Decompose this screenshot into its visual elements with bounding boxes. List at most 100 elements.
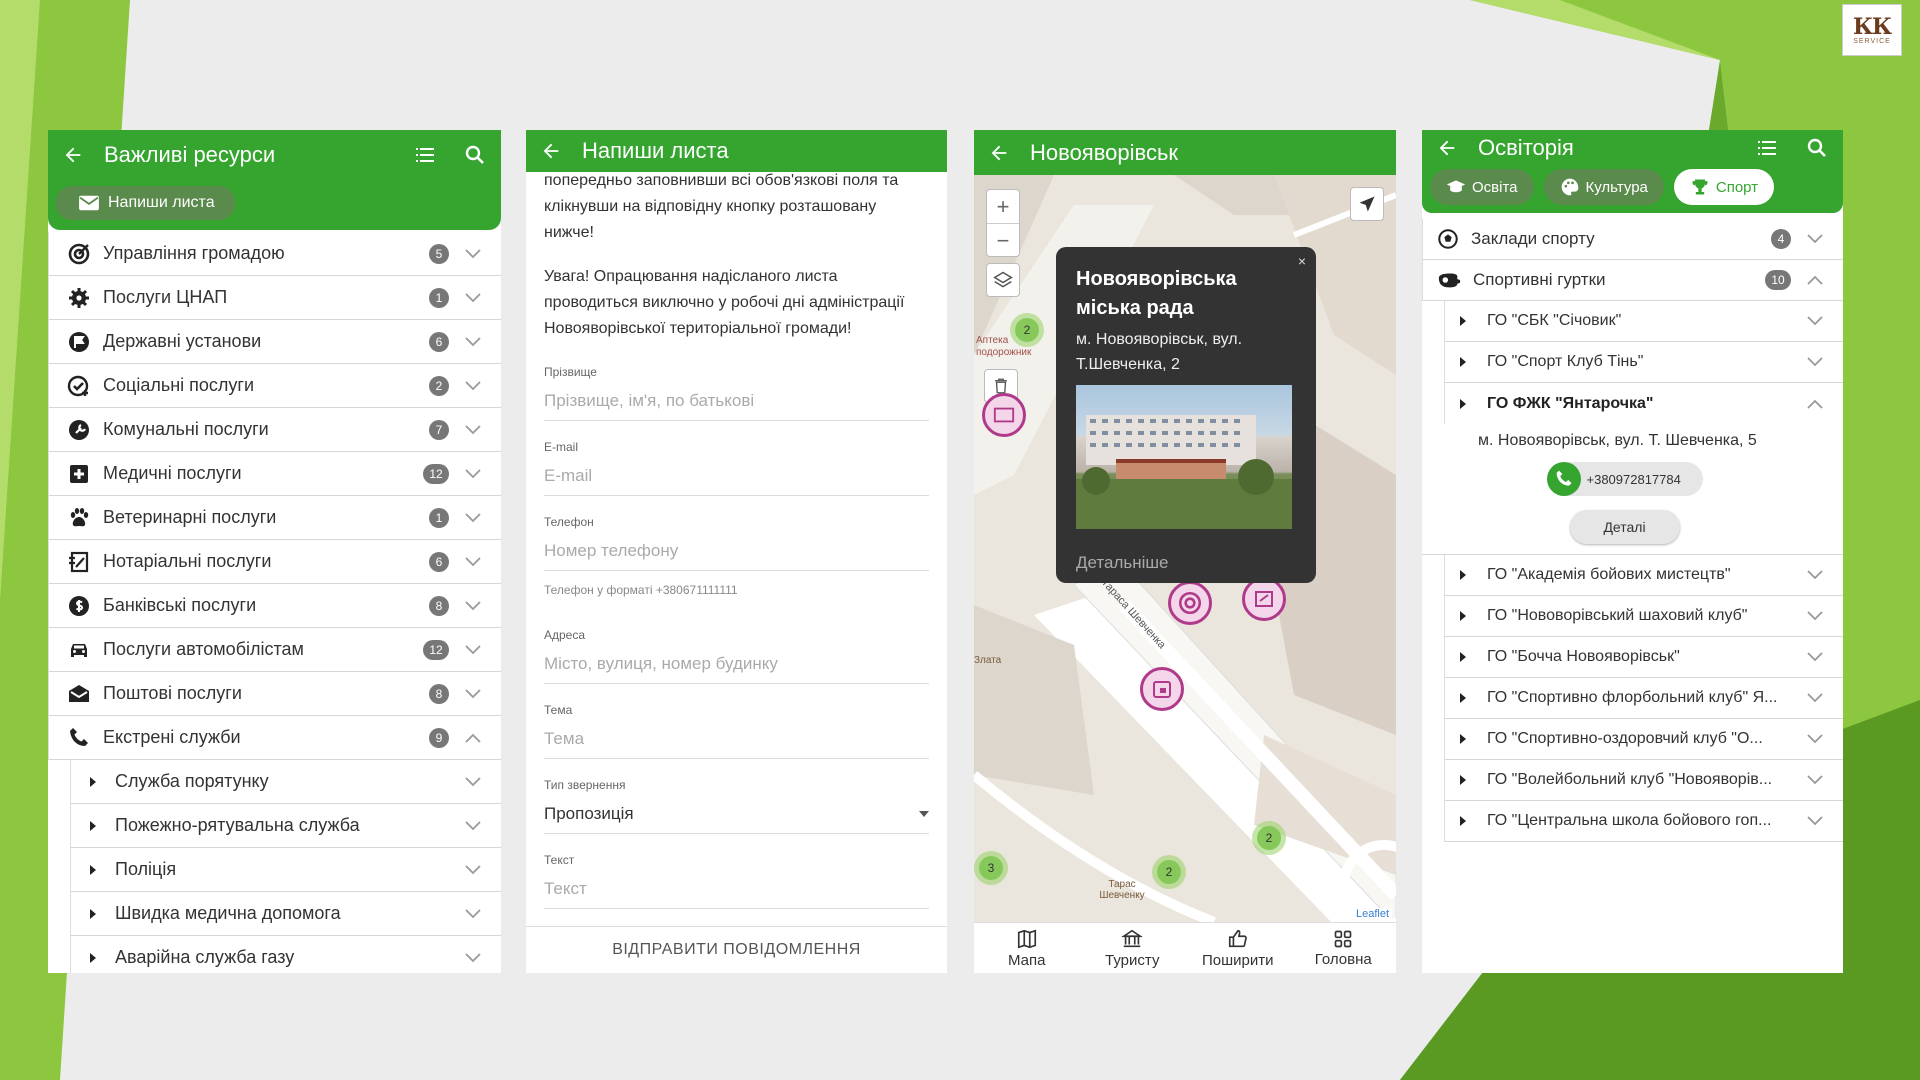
send-message-button[interactable]: ВІДПРАВИТИ ПОВІДОМЛЕННЯ — [526, 926, 947, 973]
chevron-down-icon[interactable] — [1807, 234, 1823, 244]
form-field[interactable]: Текст Текст — [544, 852, 929, 909]
club-row[interactable]: ГО "Центральна школа бойового гоп... — [1444, 801, 1843, 842]
chevron-down-icon[interactable] — [465, 600, 481, 611]
chevron-down-icon[interactable] — [465, 952, 481, 963]
category-row[interactable]: Екстрені служби 9 — [48, 716, 501, 760]
category-row[interactable]: Ветеринарні послуги 1 — [48, 496, 501, 540]
calendar-pin[interactable] — [1140, 667, 1184, 711]
popup-close-button[interactable]: × — [1298, 253, 1306, 269]
chevron-up-icon[interactable] — [1807, 399, 1823, 409]
details-button[interactable]: Деталі — [1569, 510, 1680, 544]
call-button[interactable]: +380972817784 — [1546, 462, 1703, 496]
map-cluster[interactable]: 2 — [1152, 855, 1186, 889]
form-field[interactable]: Прізвище Прізвище, ім'я, по батькові — [544, 364, 929, 421]
field-input[interactable]: Прізвище, ім'я, по батькові — [544, 388, 929, 414]
search-icon[interactable] — [463, 143, 487, 167]
club-row[interactable]: ГО "Академія бойових мистецтв" — [1444, 555, 1843, 596]
sport-category-row[interactable]: Заклади спорту 4 — [1422, 219, 1843, 260]
back-arrow-icon[interactable] — [62, 144, 84, 166]
chevron-down-icon[interactable] — [1807, 570, 1823, 580]
leaflet-attribution[interactable]: Leaflet — [1352, 908, 1392, 920]
list-icon[interactable] — [1755, 136, 1779, 160]
chevron-down-icon[interactable] — [1807, 357, 1823, 367]
category-row[interactable]: Нотаріальні послуги 6 — [48, 540, 501, 584]
field-input[interactable]: E-mail — [544, 463, 929, 489]
subcategory-row[interactable]: Служба порятунку — [70, 760, 501, 804]
category-row[interactable]: Державні установи 6 — [48, 320, 501, 364]
list-icon[interactable] — [413, 143, 437, 167]
map-cluster[interactable]: 3 — [974, 851, 1008, 885]
chevron-down-icon[interactable] — [465, 820, 481, 831]
category-row[interactable]: Управління громадою 5 — [48, 232, 501, 276]
chevron-up-icon[interactable] — [465, 733, 481, 743]
locate-button[interactable] — [1350, 187, 1384, 221]
nav-home[interactable]: Головна — [1291, 923, 1397, 973]
chip-sport[interactable]: Спорт — [1673, 169, 1775, 205]
category-row[interactable]: Поштові послуги 8 — [48, 672, 501, 716]
map-cluster[interactable]: 2 — [1252, 821, 1286, 855]
zoom-out-button[interactable]: − — [987, 224, 1019, 258]
chip-education[interactable]: Освіта — [1430, 169, 1534, 205]
back-arrow-icon[interactable] — [988, 142, 1010, 164]
subcategory-row[interactable]: Аварійна служба газу — [70, 936, 501, 973]
category-row[interactable]: Послуги ЦНАП 1 — [48, 276, 501, 320]
zoom-in-button[interactable]: + — [987, 190, 1019, 224]
field-input[interactable]: Місто, вулиця, номер будинку — [544, 651, 929, 677]
club-row[interactable]: ГО "Нововорівський шаховий клуб" — [1444, 596, 1843, 637]
mail-pin[interactable] — [982, 393, 1026, 437]
subcategory-row[interactable]: Пожежно-рятувальна служба — [70, 804, 501, 848]
chevron-down-icon[interactable] — [1807, 316, 1823, 326]
chevron-down-icon[interactable] — [465, 336, 481, 347]
notary-pin[interactable] — [1242, 577, 1286, 621]
category-row[interactable]: Послуги автомобілістам 12 — [48, 628, 501, 672]
club-row[interactable]: ГО "Бочча Новояворівськ" — [1444, 637, 1843, 678]
club-row[interactable]: ГО ФЖК "Янтарочка" — [1444, 383, 1843, 424]
field-input[interactable]: Номер телефону — [544, 538, 929, 571]
form-field[interactable]: Тип звернення Пропозиція — [544, 777, 929, 834]
nav-tourist[interactable]: Туристу — [1080, 923, 1186, 973]
chevron-down-icon[interactable] — [1807, 693, 1823, 703]
chevron-down-icon[interactable] — [1807, 611, 1823, 621]
sport-category-row[interactable]: Спортивні гуртки 10 — [1422, 260, 1843, 301]
type-select[interactable]: Пропозиція — [544, 801, 929, 827]
chevron-down-icon[interactable] — [465, 776, 481, 787]
map-view[interactable]: + − Аптека подорожник Злата Тарас Шевчен… — [974, 175, 1396, 922]
government-pin[interactable] — [1168, 581, 1212, 625]
chevron-down-icon[interactable] — [465, 556, 481, 567]
club-row[interactable]: ГО "СБК "Січовик" — [1444, 301, 1843, 342]
chevron-down-icon[interactable] — [465, 512, 481, 523]
form-field[interactable]: Адреса Місто, вулиця, номер будинку — [544, 627, 929, 684]
category-row[interactable]: Медичні послуги 12 — [48, 452, 501, 496]
popup-more-link[interactable]: Детальніше — [1076, 553, 1296, 573]
subcategory-row[interactable]: Поліція — [70, 848, 501, 892]
chevron-down-icon[interactable] — [465, 424, 481, 435]
layers-button[interactable] — [986, 263, 1020, 297]
chevron-down-icon[interactable] — [465, 864, 481, 875]
nav-map[interactable]: Мапа — [974, 923, 1080, 973]
back-arrow-icon[interactable] — [540, 140, 562, 162]
chevron-down-icon[interactable] — [465, 248, 481, 259]
form-field[interactable]: Тема Тема — [544, 702, 929, 759]
chevron-down-icon[interactable] — [1807, 816, 1823, 826]
nav-share[interactable]: Поширити — [1185, 923, 1291, 973]
club-row[interactable]: ГО "Спортивно флорбольний клуб" Я... — [1444, 678, 1843, 719]
write-letter-chip[interactable]: Напиши листа — [56, 186, 235, 220]
category-row[interactable]: Комунальні послуги 7 — [48, 408, 501, 452]
chevron-down-icon[interactable] — [1807, 775, 1823, 785]
form-field[interactable]: Телефон Номер телефону Телефон у форматі +… — [544, 514, 929, 609]
chevron-down-icon[interactable] — [465, 468, 481, 479]
chevron-down-icon[interactable] — [1807, 652, 1823, 662]
club-row[interactable]: ГО "Волейбольний клуб "Новояворів... — [1444, 760, 1843, 801]
chevron-down-icon[interactable] — [465, 908, 481, 919]
search-icon[interactable] — [1805, 136, 1829, 160]
form-field[interactable]: E-mail E-mail — [544, 439, 929, 496]
chevron-up-icon[interactable] — [1807, 275, 1823, 285]
category-row[interactable]: Банківські послуги 8 — [48, 584, 501, 628]
chevron-down-icon[interactable] — [465, 292, 481, 303]
chevron-down-icon[interactable] — [465, 380, 481, 391]
subcategory-row[interactable]: Швидка медична допомога — [70, 892, 501, 936]
field-input[interactable]: Тема — [544, 726, 929, 752]
club-row[interactable]: ГО "Спорт Клуб Тінь" — [1444, 342, 1843, 383]
back-arrow-icon[interactable] — [1436, 137, 1458, 159]
field-input[interactable]: Текст — [544, 876, 929, 902]
